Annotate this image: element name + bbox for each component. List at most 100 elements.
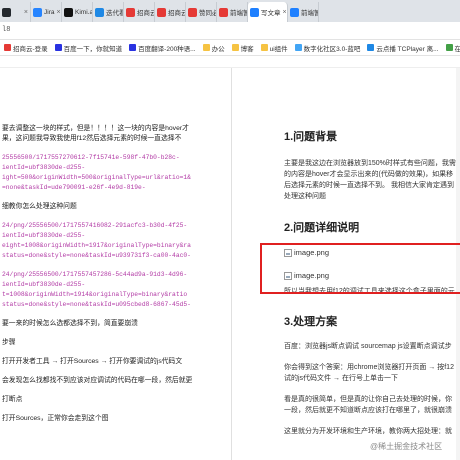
bookmark-item[interactable]: 云点播 TCPlayer 离...: [367, 43, 439, 53]
paragraph: 百度：浏览器js断点调试 sourcemap js设置断点调试步: [284, 343, 452, 350]
editor-code-line: ientId=ubf3830de-d255-: [2, 232, 86, 239]
heading-problem-details: 2.问题详细说明: [284, 222, 360, 234]
tab-label: 赞同必读: [199, 10, 216, 17]
tab-label: 前端暂: [301, 10, 319, 17]
editor-code-line: status=done&style=none&taskId=u939731f3-…: [2, 252, 191, 259]
tab-label: 写文章: [261, 10, 281, 17]
bookmark-item[interactable]: 百度一下，你就知道: [54, 43, 123, 53]
board-icon: [95, 7, 104, 17]
editor-line: 果，这问题我导致我使用f12然后选择元素的时候一直选择不: [2, 135, 182, 142]
bookmark-item[interactable]: ui组件: [260, 43, 288, 53]
bookmark-icon: [260, 44, 268, 51]
editor-code-line: =none&taskId=ude790091-e26f-4e9d-819e-: [2, 184, 146, 191]
bookmark-item[interactable]: 在线鸭豆: [445, 43, 460, 53]
bookmark-icon: [202, 44, 210, 51]
browser-tab-strip: ×Jira×Kimi.ai×迭代看板×招商云×招商云×赞同必读×前端暂×写文章×…: [0, 0, 460, 22]
paragraph: 处理这种问题: [284, 193, 326, 200]
bookmark-icon: [4, 44, 11, 51]
close-icon[interactable]: ×: [56, 9, 60, 16]
c-icon: [219, 7, 228, 17]
tab-label: 迭代看板: [106, 10, 123, 17]
juejin-icon: [250, 7, 259, 17]
bookmark-icon: [54, 44, 62, 51]
markdown-editor[interactable]: 要去调整这一块的样式，但是！！！！这一块的内容是hover才 果，这问题我导致我使…: [0, 68, 232, 460]
heading-solution: 3.处理方案: [284, 316, 338, 328]
bookmark-label: 博客: [240, 45, 254, 53]
kimi-icon: [64, 7, 73, 17]
editor-code-line: 24/png/25556500/1717557416082-291acfc3-b…: [2, 222, 188, 229]
bookmark-icon: [445, 44, 453, 51]
watermark: @稀土掘金技术社区: [370, 442, 443, 451]
editor-code-line: eight=1008&originWidth=1917&originalType…: [2, 242, 191, 249]
close-icon[interactable]: ×: [24, 9, 28, 16]
bookmark-icon: [129, 44, 137, 51]
editor-line: 打开开发者工具 → 打开Sources → 打开你要调试的js代码文: [2, 358, 183, 365]
editor-code-line: 24/png/25556500/1717557457286-5c44ad9a-9…: [2, 271, 188, 278]
paragraph: 一段，然后就更不知道断点应该打在哪里了，就很崩溃: [284, 407, 452, 414]
tab-label: Jira: [44, 8, 55, 16]
browser-tab[interactable]: 招商云×: [155, 2, 186, 22]
bookmark-label: 办公: [211, 45, 225, 53]
browser-tab[interactable]: 招商云×: [124, 2, 155, 22]
editor-code-line: ight=500&originWidth=500&originalType=ur…: [2, 174, 191, 181]
bookmark-label: 在线鸭豆: [455, 43, 460, 53]
browser-tab[interactable]: 赞同必读×: [186, 2, 217, 22]
paragraph: 主要是我这边在浏览器放到150%时样式有些问题，我需: [284, 160, 456, 167]
highlight-box: [260, 243, 460, 294]
bookmark-item[interactable]: 招商云-登录: [4, 43, 48, 53]
github-icon: [2, 7, 11, 17]
browser-tab[interactable]: 前端暂×: [288, 2, 319, 22]
editor-code-line: status=done&style=none&taskId=u095cbed8-…: [2, 301, 191, 308]
bookmark-label: 百度翻译-200种语...: [138, 45, 196, 53]
c-icon: [188, 7, 197, 17]
bookmark-icon: [231, 44, 239, 51]
editor-line: 打断点: [2, 396, 23, 403]
cloud-icon: [126, 7, 135, 17]
paragraph: 看是真的很简单，但是真的让你自己去处理的时候，你: [284, 396, 452, 403]
bookmark-label: 百度一下，你就知道: [63, 45, 123, 53]
paragraph: 这里就分为开发环境和生产环境，教你两大招处理：就: [284, 428, 452, 435]
paragraph: 后选择元素的时候一直选择不到。 我相信大家肯定遇到: [284, 182, 454, 189]
address-text: l8: [2, 26, 11, 34]
browser-tab[interactable]: 迭代看板×: [93, 2, 124, 22]
browser-tab[interactable]: Jira ×: [31, 2, 62, 22]
bookmark-item[interactable]: 数字化社区3.0-蓝吧: [294, 43, 361, 53]
browser-tab[interactable]: ×: [0, 2, 31, 22]
editor-line: 打开Sources，正常你会走到这个图: [2, 415, 109, 422]
heading-problem-background: 1.问题背景: [284, 131, 338, 143]
bookmark-label: 数字化社区3.0-蓝吧: [303, 45, 361, 53]
bookmark-icon: [294, 44, 302, 51]
browser-tab[interactable]: 写文章 ×: [248, 2, 288, 22]
cloud-icon: [157, 7, 166, 17]
bookmark-label: 云点播 TCPlayer 离...: [376, 45, 439, 53]
jira-icon: [33, 7, 42, 17]
paragraph: 试的js代码文件 → 在行号上单击一下: [284, 375, 398, 382]
tab-label: Kimi.ai: [75, 8, 93, 16]
browser-tab[interactable]: Kimi.ai×: [62, 2, 93, 22]
bookmarks-bar: 招商云-登录 百度一下，你就知道 百度翻译-200种语... 办公 博客 ui组件 数字化社…: [0, 40, 460, 56]
tab-label: 招商云: [137, 10, 155, 17]
editor-code-line: ientId=ubf3830de-d255-: [2, 164, 86, 171]
bookmark-item[interactable]: 博客: [231, 43, 254, 53]
editor-line: 步骤: [2, 339, 16, 346]
browser-tab[interactable]: 前端暂×: [217, 2, 248, 22]
editor-line: 要一来的时候怎么选都选择不到，简直要崩溃: [2, 320, 138, 327]
bookmark-item[interactable]: 办公: [202, 43, 225, 53]
editor-line: 会发现怎么找都找不到应该对应调试的代码在哪一段，然后就更: [2, 377, 193, 384]
bookmark-item[interactable]: 百度翻译-200种语...: [129, 43, 196, 53]
tab-label: 前端暂: [230, 10, 248, 17]
editor-toolbar: [0, 56, 460, 68]
bookmark-label: ui组件: [269, 45, 288, 53]
address-bar[interactable]: l8: [0, 22, 460, 40]
paragraph: 你会得到这个答案：用chrome浏览器打开页面 → 按f12: [284, 364, 454, 371]
close-icon[interactable]: ×: [283, 9, 287, 16]
